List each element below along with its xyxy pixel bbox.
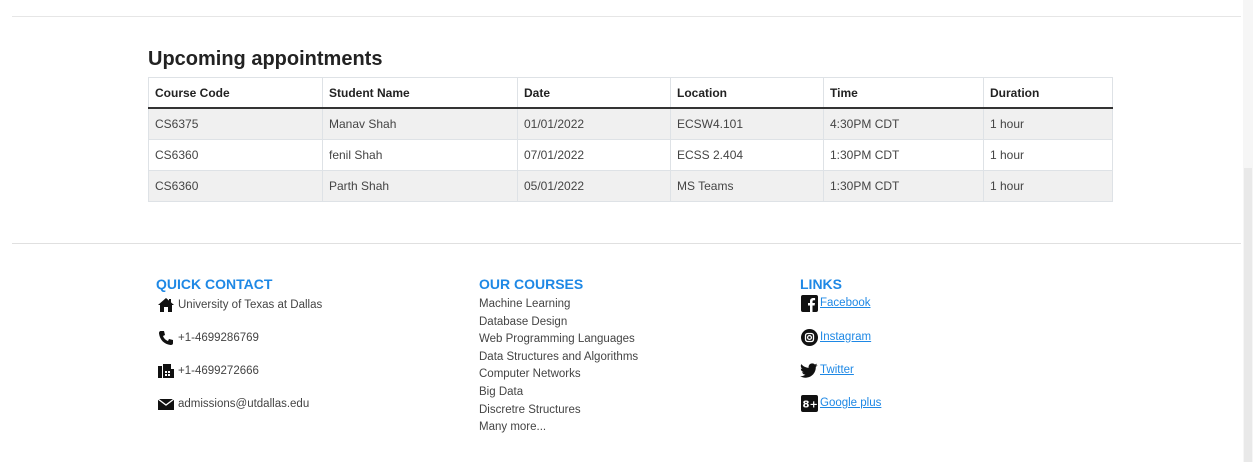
col-date: Date	[517, 77, 671, 109]
cell-date: 07/01/2022	[517, 139, 671, 171]
cell-time: 1:30PM CDT	[823, 139, 984, 171]
cell-student-name: Manav Shah	[322, 108, 518, 140]
appointments-section: Upcoming appointments Course Code Studen…	[148, 48, 1113, 202]
cell-duration: 1 hour	[983, 170, 1113, 202]
home-icon	[156, 296, 176, 314]
table-row: CS6360 fenil Shah 07/01/2022 ECSS 2.404 …	[148, 139, 1113, 171]
footer-divider	[12, 243, 1241, 244]
cell-student-name: Parth Shah	[322, 170, 518, 202]
links-section: LINKS Facebook Instagram Twitter 8+ Goog…	[800, 276, 881, 413]
phone-icon	[156, 329, 176, 347]
twitter-link-row[interactable]: Twitter	[800, 360, 881, 380]
table-header-row: Course Code Student Name Date Location T…	[148, 77, 1113, 109]
google-plus-icon[interactable]: 8+	[800, 394, 818, 412]
google-plus-link-row[interactable]: 8+ Google plus	[800, 393, 881, 413]
top-divider	[12, 16, 1241, 17]
contact-email-text: admissions@utdallas.edu	[178, 398, 310, 410]
course-item[interactable]: Machine Learning	[479, 296, 638, 314]
cell-duration: 1 hour	[983, 108, 1113, 140]
facebook-link-row[interactable]: Facebook	[800, 293, 881, 313]
cell-date: 05/01/2022	[517, 170, 671, 202]
cell-location: ECSS 2.404	[670, 139, 824, 171]
instagram-icon[interactable]	[800, 328, 818, 346]
col-duration: Duration	[983, 77, 1113, 109]
cell-student-name: fenil Shah	[322, 139, 518, 171]
course-item[interactable]: Database Design	[479, 314, 638, 332]
cell-time: 4:30PM CDT	[823, 108, 984, 140]
col-course-code: Course Code	[148, 77, 323, 109]
contact-address-text: University of Texas at Dallas	[178, 299, 323, 311]
svg-text:8+: 8+	[802, 399, 817, 410]
contact-fax-text: +1-4699272666	[178, 365, 259, 377]
our-courses-heading: OUR COURSES	[479, 276, 584, 292]
appointments-table: Course Code Student Name Date Location T…	[148, 77, 1113, 202]
course-item[interactable]: Big Data	[479, 384, 638, 402]
col-student-name: Student Name	[322, 77, 518, 109]
cell-duration: 1 hour	[983, 139, 1113, 171]
quick-contact-heading: QUICK CONTACT	[156, 276, 273, 292]
scrollbar-track[interactable]	[1243, 0, 1253, 462]
cell-course-code: CS6375	[148, 108, 323, 140]
envelope-icon	[156, 395, 176, 413]
table-row: CS6375 Manav Shah 01/01/2022 ECSW4.101 4…	[148, 108, 1113, 140]
course-item[interactable]: Data Structures and Algorithms	[479, 349, 638, 367]
links-heading: LINKS	[800, 276, 842, 292]
twitter-link[interactable]: Twitter	[820, 364, 854, 376]
course-item[interactable]: Computer Networks	[479, 366, 638, 384]
col-time: Time	[823, 77, 984, 109]
scrollbar-thumb[interactable]	[1244, 168, 1252, 462]
fax-icon	[156, 362, 176, 380]
contact-fax: +1-4699272666	[156, 361, 322, 381]
table-row: CS6360 Parth Shah 05/01/2022 MS Teams 1:…	[148, 170, 1113, 202]
instagram-link[interactable]: Instagram	[820, 331, 871, 343]
cell-course-code: CS6360	[148, 170, 323, 202]
contact-phone-text: +1-4699286769	[178, 332, 259, 344]
google-plus-link[interactable]: Google plus	[820, 397, 881, 409]
cell-course-code: CS6360	[148, 139, 323, 171]
course-item[interactable]: Discretre Structures	[479, 402, 638, 420]
facebook-link[interactable]: Facebook	[820, 297, 871, 309]
course-item-more[interactable]: Many more...	[479, 419, 638, 437]
contact-phone: +1-4699286769	[156, 328, 322, 348]
quick-contact-section: QUICK CONTACT University of Texas at Dal…	[156, 276, 322, 414]
instagram-link-row[interactable]: Instagram	[800, 327, 881, 347]
appointments-title: Upcoming appointments	[148, 48, 383, 70]
course-item[interactable]: Web Programming Languages	[479, 331, 638, 349]
cell-location: MS Teams	[670, 170, 824, 202]
twitter-icon[interactable]	[800, 361, 818, 379]
contact-address: University of Texas at Dallas	[156, 295, 322, 315]
cell-location: ECSW4.101	[670, 108, 824, 140]
facebook-icon[interactable]	[800, 294, 818, 312]
col-location: Location	[670, 77, 824, 109]
contact-email: admissions@utdallas.edu	[156, 394, 322, 414]
cell-time: 1:30PM CDT	[823, 170, 984, 202]
cell-date: 01/01/2022	[517, 108, 671, 140]
our-courses-section: OUR COURSES Machine Learning Database De…	[479, 276, 638, 437]
